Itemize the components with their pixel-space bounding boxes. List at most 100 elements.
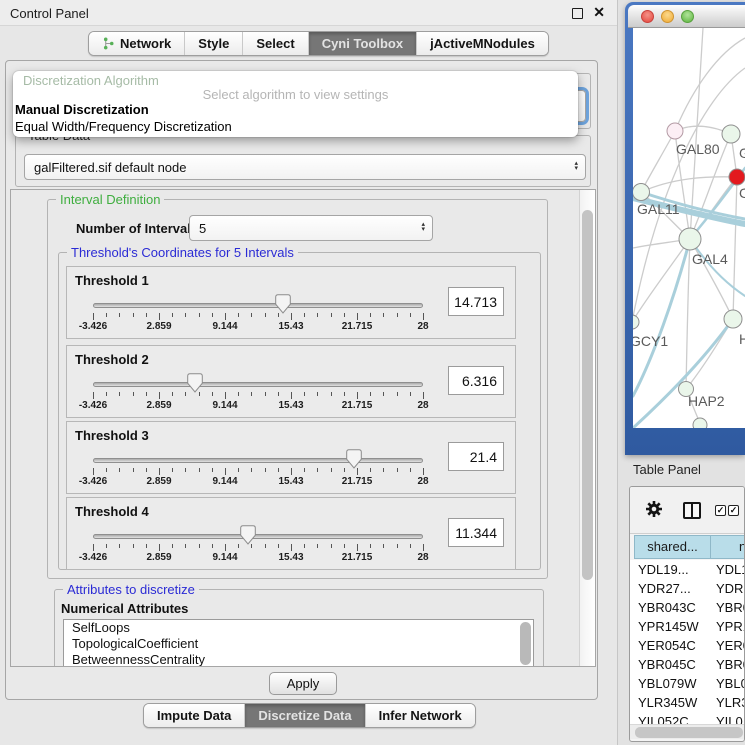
slider-tick — [291, 544, 292, 551]
table-row[interactable]: YBL079W YBL0 — [630, 674, 745, 693]
cell-name: YDL1 — [716, 562, 745, 577]
threshold-value-input[interactable] — [448, 366, 504, 395]
slider-track[interactable] — [93, 458, 423, 463]
select-columns-icon[interactable]: ✓ — [715, 505, 726, 516]
number-of-intervals-combobox[interactable]: 5 ▴▾ — [189, 215, 433, 241]
tab-label: Discretize Data — [258, 708, 351, 723]
network-edge-highlighted — [633, 239, 690, 396]
table-row[interactable]: YBR045CYBR0 — [630, 655, 745, 674]
network-node-green[interactable] — [722, 125, 740, 143]
network-node-green[interactable] — [633, 315, 639, 329]
minimize-traffic-light[interactable] — [661, 10, 674, 23]
combo-arrows-icon: ▴▾ — [421, 223, 425, 232]
attribute-item-selfloops[interactable]: SelfLoops — [64, 620, 533, 636]
bottom-tab-infer-network[interactable]: Infer Network — [365, 704, 475, 727]
attributes-list-scrollbar[interactable] — [520, 622, 531, 665]
cell-shared-name: YPR145W — [638, 619, 699, 634]
slider-handle[interactable] — [275, 294, 291, 314]
table-row[interactable]: YBR043CYBR0 — [630, 598, 745, 617]
threshold-value-input[interactable] — [448, 518, 504, 547]
table-data-combobox[interactable]: galFiltered.sif default node ▴▾ — [24, 154, 586, 180]
settings-gear-icon[interactable] — [645, 500, 663, 523]
slider-tick — [225, 544, 226, 551]
slider-tick — [238, 544, 239, 548]
tab-select[interactable]: Select — [242, 32, 307, 55]
float-window-icon[interactable] — [572, 8, 583, 19]
slider-tick — [304, 544, 305, 548]
window-title: Control Panel — [10, 6, 89, 21]
slider-tick — [370, 544, 371, 548]
cell-shared-name: YLR345W — [638, 695, 697, 710]
scrollbar-thumb[interactable] — [582, 210, 593, 580]
close-traffic-light[interactable] — [641, 10, 654, 23]
tab-label: Select — [256, 36, 294, 51]
threshold-value-input[interactable] — [448, 442, 504, 471]
attribute-item-betweennesscentrality[interactable]: BetweennessCentrality — [64, 652, 533, 667]
select-all-columns-icon[interactable]: ✓ — [728, 505, 739, 516]
slider-tick — [93, 468, 94, 475]
slider-tick — [225, 468, 226, 475]
cell-name: YBR0 — [716, 657, 745, 672]
slider-handle[interactable] — [346, 449, 362, 469]
control-panel-window: Control Panel ✕ NetworkStyle Select Cyni T… — [0, 0, 618, 745]
slider-track[interactable] — [93, 382, 423, 387]
slider-tick — [423, 313, 424, 320]
close-window-icon[interactable]: ✕ — [593, 4, 605, 21]
slider-tick — [133, 468, 134, 472]
slider-handle[interactable] — [187, 373, 203, 393]
algorithm-option-equal-width-frequency-discretization[interactable]: Equal Width/Frequency Discretization — [15, 119, 232, 135]
hscrollbar-thumb[interactable] — [635, 727, 743, 738]
slider-tick — [383, 544, 384, 548]
table-row[interactable]: YDL19...YDL1 — [630, 560, 745, 579]
network-node-green[interactable] — [633, 184, 650, 201]
network-view-window: GAL80GACGAL11GAL4GCY1HHAP2 — [625, 2, 745, 455]
table-horizontal-scrollbar[interactable] — [630, 724, 745, 739]
bottom-tab-impute-data[interactable]: Impute Data — [144, 704, 244, 727]
slider-tick — [357, 392, 358, 399]
network-node-red[interactable] — [729, 169, 745, 185]
cell-name: YBL0 — [716, 676, 745, 691]
table-panel: ✓ ✓ shared... n YDL19...YDL1YDR27...YDR2… — [629, 486, 745, 742]
threshold-label: Threshold 4 — [75, 504, 149, 519]
slider-tick — [119, 313, 120, 317]
column-header-name[interactable]: n — [710, 535, 745, 559]
column-header-shared-name[interactable]: shared... — [634, 535, 711, 559]
tab-network[interactable]: Network — [89, 32, 184, 55]
threshold-panel-3: Threshold 3-3.4262.8599.14415.4321.71528 — [66, 421, 516, 494]
attribute-item-topologicalcoefficient[interactable]: TopologicalCoefficient — [64, 636, 533, 652]
slider-tick — [185, 468, 186, 472]
table-row[interactable]: YER054CYER0 — [630, 636, 745, 655]
slider-track[interactable] — [93, 534, 423, 539]
bottom-tab-discretize-data[interactable]: Discretize Data — [244, 704, 364, 727]
tab-style[interactable]: Style — [184, 32, 242, 55]
cell-shared-name: YER054C — [638, 638, 696, 653]
table-row[interactable]: YPR145WYPR1 — [630, 617, 745, 636]
interval-definition-title: Interval Definition — [56, 192, 164, 207]
algorithm-option-manual-discretization[interactable]: Manual Discretization — [15, 102, 149, 118]
network-node-pink[interactable] — [667, 123, 683, 139]
threshold-value-input[interactable] — [448, 287, 504, 316]
tab-jactivemnodules[interactable]: jActiveMNodules — [416, 32, 548, 55]
network-node-green[interactable] — [724, 310, 742, 328]
settings-scrollbar[interactable] — [579, 190, 595, 666]
attributes-group-title: Attributes to discretize — [63, 582, 199, 597]
network-node-green[interactable] — [679, 228, 701, 250]
threshold-label: Threshold 2 — [75, 352, 149, 367]
network-node-green[interactable] — [693, 418, 707, 428]
slider-tick-label: 15.43 — [278, 552, 303, 563]
network-canvas[interactable]: GAL80GACGAL11GAL4GCY1HHAP2 — [633, 28, 745, 428]
slider-track[interactable] — [93, 303, 423, 308]
zoom-traffic-light[interactable] — [681, 10, 694, 23]
apply-button[interactable]: Apply — [269, 672, 337, 695]
tab-cyni-toolbox[interactable]: Cyni Toolbox — [308, 32, 416, 55]
slider-tick-label: 2.859 — [146, 476, 171, 487]
cell-shared-name: YBL079W — [638, 676, 697, 691]
slider-tick — [317, 392, 318, 396]
slider-tick — [291, 392, 292, 399]
table-row[interactable]: YLR345WYLR3 — [630, 693, 745, 712]
slider-tick-label: 2.859 — [146, 552, 171, 563]
slider-handle[interactable] — [240, 525, 256, 545]
table-row[interactable]: YDR27...YDR2 — [630, 579, 745, 598]
column-layout-icon[interactable] — [683, 502, 701, 519]
table-data-value: galFiltered.sif default node — [34, 160, 186, 175]
